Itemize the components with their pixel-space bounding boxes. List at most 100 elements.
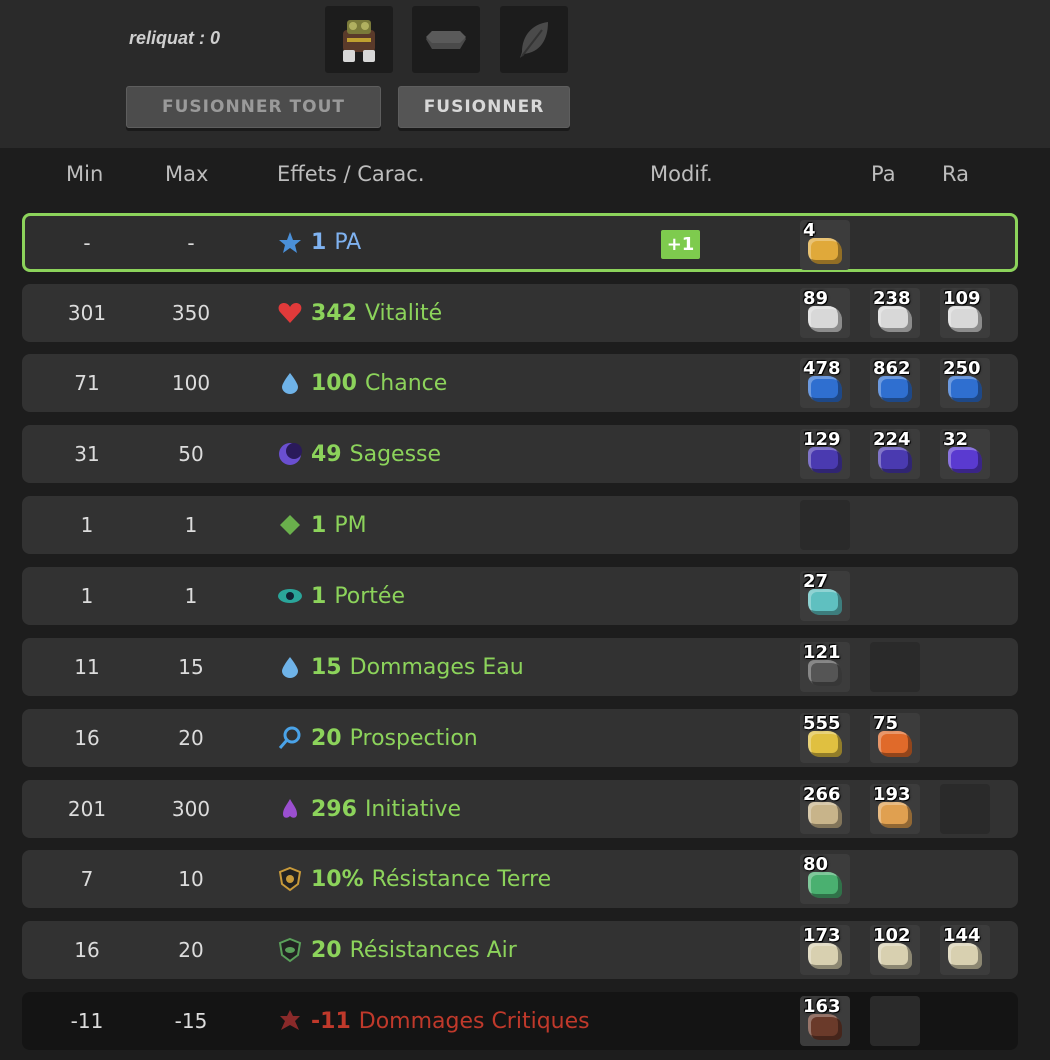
rune-stone: [878, 731, 912, 757]
rune-count: 109: [943, 288, 981, 309]
effect-row[interactable]: 31 50 49 Sagesse 129 224 32: [22, 425, 1018, 483]
effect-name: Portée: [334, 583, 405, 609]
rune-icon[interactable]: 478: [800, 358, 850, 408]
effect-value: 15: [311, 654, 342, 680]
rune-count: 173: [803, 925, 841, 946]
max-value: 20: [178, 726, 204, 750]
effect-value: 20: [311, 937, 342, 963]
water-drop-icon: [277, 654, 303, 680]
rune-stone: [808, 943, 842, 969]
rune-slot-empty[interactable]: [940, 784, 990, 834]
effect-row[interactable]: 16 20 20 Résistances Air 173 102 144: [22, 921, 1018, 979]
rune-icon[interactable]: 32: [940, 429, 990, 479]
effect-row[interactable]: 11 15 15 Dommages Eau 121: [22, 638, 1018, 696]
effect-value: 342: [311, 300, 357, 326]
effect-row[interactable]: - -1 PA +1 4: [22, 213, 1018, 272]
rune-stone: [878, 376, 912, 402]
rune-stone: [878, 306, 912, 332]
merge-all-button[interactable]: FUSIONNER TOUT: [126, 86, 381, 128]
rune-icon[interactable]: 80: [800, 854, 850, 904]
rune-icon[interactable]: 102: [870, 925, 920, 975]
rune-icon[interactable]: 250: [940, 358, 990, 408]
rune-count: 129: [803, 429, 841, 450]
rune-icon[interactable]: 862: [870, 358, 920, 408]
effect-label: 20 Prospection: [277, 709, 478, 767]
rune-stone: [808, 447, 842, 473]
item-slot[interactable]: [325, 6, 393, 73]
rune-icon[interactable]: 163: [800, 996, 850, 1046]
effect-name: Prospection: [349, 725, 478, 751]
rune-icon[interactable]: 238: [870, 288, 920, 338]
column-header-pa: Pa: [871, 162, 896, 186]
rune-icon[interactable]: 224: [870, 429, 920, 479]
effect-row[interactable]: 201 300 296 Initiative 266 193: [22, 780, 1018, 838]
effect-value: 10%: [311, 866, 364, 892]
water-drop-icon: [277, 370, 303, 396]
rune-slot-empty[interactable]: [800, 500, 850, 550]
rune-count: 121: [803, 642, 841, 663]
effect-label: -11 Dommages Critiques: [277, 992, 590, 1050]
effect-row[interactable]: 1 1 1 Portée 27: [22, 567, 1018, 625]
rune-stone: [808, 376, 842, 402]
rune-count: 266: [803, 784, 841, 805]
rune-icon[interactable]: 193: [870, 784, 920, 834]
rune-icon[interactable]: 129: [800, 429, 850, 479]
column-header-modif: Modif.: [650, 162, 713, 186]
max-value: 100: [171, 371, 211, 395]
column-header-effects: Effets / Carac.: [277, 162, 425, 186]
rune-icon[interactable]: 89: [800, 288, 850, 338]
effect-name: PA: [334, 230, 362, 255]
rune-stone: [808, 802, 842, 828]
rune-count: 555: [803, 713, 841, 734]
armor-icon: [343, 19, 375, 62]
rune-icon[interactable]: 27: [800, 571, 850, 621]
rune-icon[interactable]: 75: [870, 713, 920, 763]
effect-row[interactable]: 16 20 20 Prospection 555 75: [22, 709, 1018, 767]
effect-name: Résistance Terre: [371, 866, 552, 892]
effect-label: 100 Chance: [277, 354, 447, 412]
rune-icon[interactable]: 266: [800, 784, 850, 834]
effect-row[interactable]: 7 10 10% Résistance Terre 80: [22, 850, 1018, 908]
max-value: -15: [174, 1009, 208, 1033]
rune-stone: [948, 306, 982, 332]
rune-count: 89: [803, 288, 829, 309]
effect-label: 1 Portée: [277, 567, 405, 625]
rune-icon[interactable]: 144: [940, 925, 990, 975]
effect-value: 1: [311, 230, 327, 255]
effect-row[interactable]: 1 1 1 PM: [22, 496, 1018, 554]
rune-stone: [878, 943, 912, 969]
magnifier-icon: [277, 725, 303, 751]
rune-stone: [878, 802, 912, 828]
max-value: 50: [178, 442, 204, 466]
max-value: 300: [171, 797, 211, 821]
effect-row[interactable]: 71 100 100 Chance 478 862 250: [22, 354, 1018, 412]
rune-plate-icon: [426, 30, 466, 49]
rune-count: 144: [943, 925, 981, 946]
max-value: 20: [178, 938, 204, 962]
rune-stone: [808, 872, 842, 898]
rune-count: 80: [803, 854, 829, 875]
feather-slot[interactable]: [500, 6, 568, 73]
effect-label: 15 Dommages Eau: [277, 638, 524, 696]
rune-stone: [878, 447, 912, 473]
rune-slot-empty[interactable]: [870, 996, 920, 1046]
effect-value: 1: [311, 583, 327, 609]
effect-row[interactable]: 301 350 342 Vitalité 89 238 109: [22, 284, 1018, 342]
merge-button[interactable]: FUSIONNER: [398, 86, 570, 128]
column-header-max: Max: [165, 162, 209, 186]
rune-icon[interactable]: 173: [800, 925, 850, 975]
rune-slot-empty[interactable]: [870, 642, 920, 692]
column-header-min: Min: [66, 162, 104, 186]
max-value: 350: [171, 301, 211, 325]
effect-label: 342 Vitalité: [277, 284, 442, 342]
rune-icon[interactable]: 109: [940, 288, 990, 338]
effect-label: 296 Initiative: [277, 780, 461, 838]
effect-row[interactable]: -11 -15 -11 Dommages Critiques 163: [22, 992, 1018, 1050]
rune-stone: [808, 731, 842, 757]
diamond-icon: [277, 512, 303, 538]
rune-slot[interactable]: [412, 6, 480, 73]
rune-icon[interactable]: 555: [800, 713, 850, 763]
rune-icon[interactable]: 121: [800, 642, 850, 692]
effect-value: 100: [311, 370, 357, 396]
rune-icon[interactable]: 4: [800, 220, 850, 270]
